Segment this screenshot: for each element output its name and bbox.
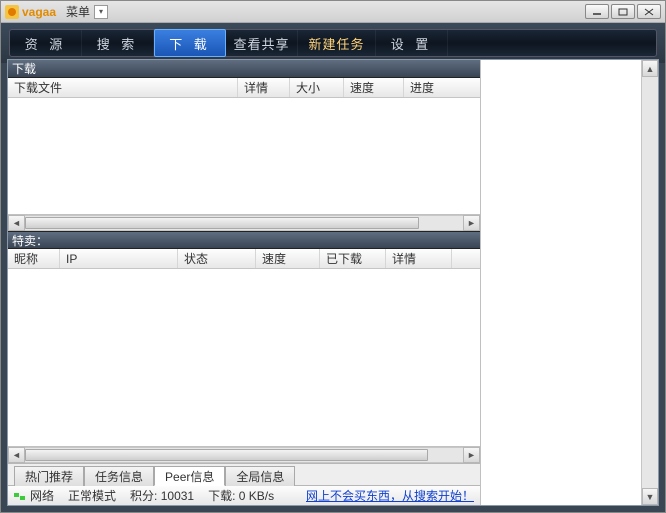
- app-icon: [5, 5, 19, 19]
- right-pane: ▲ ▼: [481, 60, 658, 505]
- col-filename[interactable]: 下载文件: [8, 78, 238, 97]
- nav-settings[interactable]: 设 置: [376, 30, 448, 56]
- col-progress[interactable]: 进度: [404, 78, 464, 97]
- scroll-track[interactable]: [25, 215, 463, 231]
- tab-task-info[interactable]: 任务信息: [84, 466, 154, 486]
- titlebar: vagaa 菜单 ▾: [1, 1, 665, 23]
- nav-view-share[interactable]: 查看共享: [226, 30, 298, 56]
- tab-peer-info[interactable]: Peer信息: [154, 466, 225, 486]
- content: 下载 下载文件 详情 大小 速度 进度 ◄ ► 特卖：: [7, 59, 659, 506]
- scroll-down-icon[interactable]: ▼: [642, 488, 658, 505]
- special-section-title: 特卖：: [8, 231, 480, 249]
- scroll-left-icon[interactable]: ◄: [8, 215, 25, 231]
- nav-search[interactable]: 搜 索: [82, 30, 154, 56]
- tab-hot[interactable]: 热门推荐: [14, 466, 84, 486]
- col-nick[interactable]: 昵称: [8, 249, 60, 268]
- vscroll-track[interactable]: [642, 77, 658, 488]
- scroll-right-icon[interactable]: ►: [463, 215, 480, 231]
- app-name: vagaa: [22, 5, 56, 19]
- col-downloaded[interactable]: 已下载: [320, 249, 386, 268]
- col-ip[interactable]: IP: [60, 249, 178, 268]
- col-size[interactable]: 大小: [290, 78, 344, 97]
- close-button[interactable]: [637, 4, 661, 19]
- menu-label[interactable]: 菜单: [66, 3, 90, 20]
- right-vscroll[interactable]: ▲ ▼: [641, 60, 658, 505]
- menu-dropdown-icon[interactable]: ▾: [94, 5, 108, 19]
- col-detail2[interactable]: 详情: [386, 249, 452, 268]
- col-extra[interactable]: [452, 249, 480, 268]
- lower-table-header: 昵称 IP 状态 速度 已下载 详情: [8, 249, 480, 269]
- upper-hscroll[interactable]: ◄ ►: [8, 214, 480, 231]
- scroll-track[interactable]: [25, 447, 463, 463]
- tab-global-info[interactable]: 全局信息: [225, 466, 295, 486]
- scroll-up-icon[interactable]: ▲: [642, 60, 658, 77]
- scroll-left-icon[interactable]: ◄: [8, 447, 25, 463]
- statusbar: 网络 正常模式 积分: 10031 下载: 0 KB/s 网上不会买东西，从搜索…: [8, 485, 480, 505]
- bottom-tabs: 热门推荐 任务信息 Peer信息 全局信息: [8, 463, 480, 485]
- scroll-right-icon[interactable]: ►: [463, 447, 480, 463]
- status-points: 积分: 10031: [130, 487, 194, 504]
- status-network-label: 网络: [30, 487, 54, 504]
- lower-hscroll[interactable]: ◄ ►: [8, 446, 480, 463]
- col-detail[interactable]: 详情: [238, 78, 290, 97]
- left-pane: 下载 下载文件 详情 大小 速度 进度 ◄ ► 特卖：: [8, 60, 481, 505]
- upper-table-header: 下载文件 详情 大小 速度 进度: [8, 78, 480, 98]
- status-mode: 正常模式: [68, 487, 116, 504]
- promo-link[interactable]: 网上不会买东西，从搜索开始！: [306, 487, 474, 504]
- minimize-button[interactable]: [585, 4, 609, 19]
- app-window: vagaa 菜单 ▾ 资 源 搜 索 下 载 查看共享 新建任务 设 置 下载: [0, 0, 666, 513]
- navbar: 资 源 搜 索 下 载 查看共享 新建任务 设 置: [9, 29, 657, 57]
- scroll-thumb[interactable]: [25, 217, 419, 229]
- col-status[interactable]: 状态: [178, 249, 256, 268]
- status-download: 下载: 0 KB/s: [208, 487, 274, 504]
- nav-new-task[interactable]: 新建任务: [298, 30, 376, 56]
- network-icon: [14, 491, 26, 501]
- restore-button[interactable]: [611, 4, 635, 19]
- upper-table-body: [8, 98, 480, 214]
- scroll-thumb[interactable]: [25, 449, 428, 461]
- download-section-title: 下载: [8, 60, 480, 78]
- col-speed[interactable]: 速度: [344, 78, 404, 97]
- nav-download[interactable]: 下 载: [154, 29, 226, 57]
- navbar-wrap: 资 源 搜 索 下 载 查看共享 新建任务 设 置: [1, 23, 665, 63]
- col-speed2[interactable]: 速度: [256, 249, 320, 268]
- status-network: 网络: [14, 487, 54, 504]
- lower-table-body: [8, 269, 480, 446]
- nav-resources[interactable]: 资 源: [10, 30, 82, 56]
